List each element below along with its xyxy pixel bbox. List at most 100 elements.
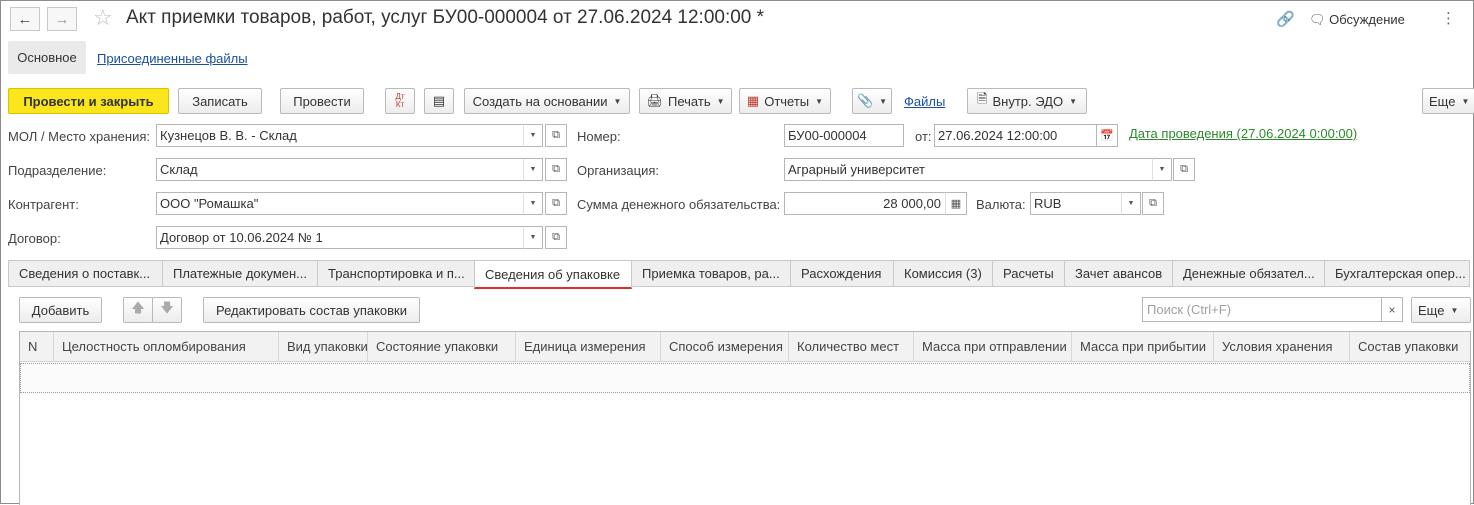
table-more-button[interactable]: Еще ▼ xyxy=(1411,297,1471,323)
edit-packaging-button[interactable]: Редактировать состав упаковки xyxy=(203,297,420,323)
search-input[interactable]: Поиск (Ctrl+F) xyxy=(1142,297,1382,322)
open-icon: ⧉ xyxy=(1180,163,1188,175)
posting-date-link[interactable]: Дата проведения (27.06.2024 0:00:00) xyxy=(1129,126,1357,141)
reports-label: Отчеты xyxy=(764,93,810,109)
tab-payment-docs[interactable]: Платежные докумен... xyxy=(162,260,318,287)
files-link[interactable]: Файлы xyxy=(904,94,945,109)
column-header[interactable]: Состав упаковки xyxy=(1350,332,1472,362)
open-icon: ⧉ xyxy=(552,163,560,175)
currency-dropdown[interactable]: ▼ xyxy=(1121,192,1141,215)
contract-open-button[interactable]: ⧉ xyxy=(545,226,567,249)
column-header[interactable]: Условия хранения xyxy=(1214,332,1350,362)
journal-button[interactable]: ▤ xyxy=(424,88,454,114)
organization-open-button[interactable]: ⧉ xyxy=(1173,158,1195,181)
column-header[interactable]: N xyxy=(20,332,54,362)
mol-field[interactable]: Кузнецов В. В. - Склад xyxy=(156,124,526,147)
tab-supply-info[interactable]: Сведения о поставк... xyxy=(8,260,163,287)
column-header[interactable]: Вид упаковки xyxy=(279,332,368,362)
tab-packaging-info[interactable]: Сведения об упаковке xyxy=(474,260,632,289)
move-up-button[interactable]: 🡅 xyxy=(123,297,153,323)
section-main[interactable]: Основное xyxy=(8,41,86,74)
chevron-down-icon: ▼ xyxy=(1450,305,1459,315)
calendar-icon: 📅 xyxy=(1100,130,1114,142)
column-header[interactable]: Масса при отправлении xyxy=(914,332,1072,362)
mol-open-button[interactable]: ⧉ xyxy=(545,124,567,147)
mol-dropdown[interactable]: ▼ xyxy=(523,124,543,147)
calculator-button[interactable]: ▦ xyxy=(945,192,967,215)
counterparty-label: Контрагент: xyxy=(8,197,79,212)
section-attached-files[interactable]: Присоединенные файлы xyxy=(97,51,248,66)
counterparty-open-button[interactable]: ⧉ xyxy=(545,192,567,215)
forward-button[interactable]: → xyxy=(47,7,77,31)
back-button[interactable]: ← xyxy=(10,7,40,31)
counterparty-dropdown[interactable]: ▼ xyxy=(523,192,543,215)
tab-discrepancies[interactable]: Расхождения xyxy=(790,260,894,287)
tab-accounting-operation[interactable]: Бухгалтерская опер... xyxy=(1324,260,1470,287)
more-menu-icon[interactable]: ⋮ xyxy=(1441,9,1456,27)
window-title: Акт приемки товаров, работ, услуг БУ00-0… xyxy=(126,7,765,28)
tab-settlements[interactable]: Расчеты xyxy=(992,260,1065,287)
table-header: N Целостность опломбирования Вид упаковк… xyxy=(20,332,1470,362)
column-header[interactable]: Масса при прибытии xyxy=(1072,332,1214,362)
reports-button[interactable]: ▦ Отчеты ▼ xyxy=(739,88,831,114)
edo-button[interactable]: 🗎 Внутр. ЭДО ▼ xyxy=(967,88,1087,114)
currency-open-button[interactable]: ⧉ xyxy=(1142,192,1164,215)
more-button[interactable]: Еще ▼ xyxy=(1422,88,1474,114)
contract-dropdown[interactable]: ▼ xyxy=(523,226,543,249)
chevron-down-icon: ▼ xyxy=(1158,166,1166,173)
table-row-empty[interactable] xyxy=(20,363,1470,393)
chevron-down-icon: ▼ xyxy=(1069,96,1077,106)
date-field[interactable]: 27.06.2024 12:00:00 xyxy=(934,124,1098,147)
post-button[interactable]: Провести xyxy=(280,88,364,114)
contract-field[interactable]: Договор от 10.06.2024 № 1 xyxy=(156,226,526,249)
amount-field[interactable]: 28 000,00 xyxy=(784,192,946,215)
packaging-table[interactable]: N Целостность опломбирования Вид упаковк… xyxy=(19,331,1471,505)
add-button[interactable]: Добавить xyxy=(19,297,102,323)
create-based-on-label: Создать на основании xyxy=(472,93,608,109)
link-icon[interactable]: 🔗 xyxy=(1276,10,1295,28)
print-button[interactable]: 🖨 Печать ▼ xyxy=(639,88,732,114)
attach-button[interactable]: 📎 ▼ xyxy=(852,88,892,114)
date-from-label: от: xyxy=(915,129,932,144)
printer-icon: 🖨 xyxy=(646,93,663,108)
department-dropdown[interactable]: ▼ xyxy=(523,158,543,181)
column-header[interactable]: Единица измерения xyxy=(516,332,661,362)
save-button[interactable]: Записать xyxy=(178,88,262,114)
department-open-button[interactable]: ⧉ xyxy=(545,158,567,181)
table-more-label: Еще xyxy=(1418,302,1445,318)
favorite-star-icon[interactable]: ☆ xyxy=(93,5,113,31)
chevron-down-icon: ▼ xyxy=(529,234,537,241)
chevron-down-icon: ▼ xyxy=(529,132,537,139)
column-header[interactable]: Способ измерения xyxy=(661,332,789,362)
department-field[interactable]: Склад xyxy=(156,158,526,181)
organization-dropdown[interactable]: ▼ xyxy=(1152,158,1172,181)
dt-kt-button[interactable]: Дт Кт xyxy=(385,88,415,114)
amount-label: Сумма денежного обязательства: xyxy=(577,197,781,212)
chevron-down-icon: ▼ xyxy=(716,96,725,106)
arrow-left-icon: ← xyxy=(17,10,33,28)
arrow-up-icon: 🡅 xyxy=(131,300,145,315)
counterparty-field[interactable]: ООО "Ромашка" xyxy=(156,192,526,215)
tab-commission[interactable]: Комиссия (3) xyxy=(893,260,993,287)
column-header[interactable]: Целостность опломбирования xyxy=(54,332,279,362)
organization-field[interactable]: Аграрный университет xyxy=(784,158,1156,181)
arrow-right-icon: → xyxy=(54,10,70,28)
dt-kt-icon: Дт Кт xyxy=(395,92,405,109)
post-and-close-button[interactable]: Провести и закрыть xyxy=(8,88,169,114)
discussion-button[interactable]: 🗨 Обсуждение xyxy=(1309,12,1405,28)
tab-transportation[interactable]: Транспортировка и п... xyxy=(317,260,475,287)
create-based-on-button[interactable]: Создать на основании ▼ xyxy=(464,88,630,114)
tab-acceptance[interactable]: Приемка товаров, ра... xyxy=(631,260,791,287)
tab-monetary-obligations[interactable]: Денежные обязател... xyxy=(1172,260,1325,287)
number-field[interactable]: БУ00-000004 xyxy=(784,124,904,147)
clear-search-button[interactable]: × xyxy=(1381,297,1403,322)
tab-advance-offset[interactable]: Зачет авансов xyxy=(1064,260,1173,287)
column-header[interactable]: Количество мест xyxy=(789,332,914,362)
close-icon: × xyxy=(1388,302,1396,317)
column-header[interactable]: Состояние упаковки xyxy=(368,332,516,362)
currency-field[interactable]: RUB xyxy=(1030,192,1125,215)
calendar-button[interactable]: 📅 xyxy=(1096,124,1118,147)
paperclip-icon: 📎 xyxy=(856,93,874,108)
move-down-button[interactable]: 🡇 xyxy=(152,297,182,323)
open-icon: ⧉ xyxy=(552,129,560,141)
